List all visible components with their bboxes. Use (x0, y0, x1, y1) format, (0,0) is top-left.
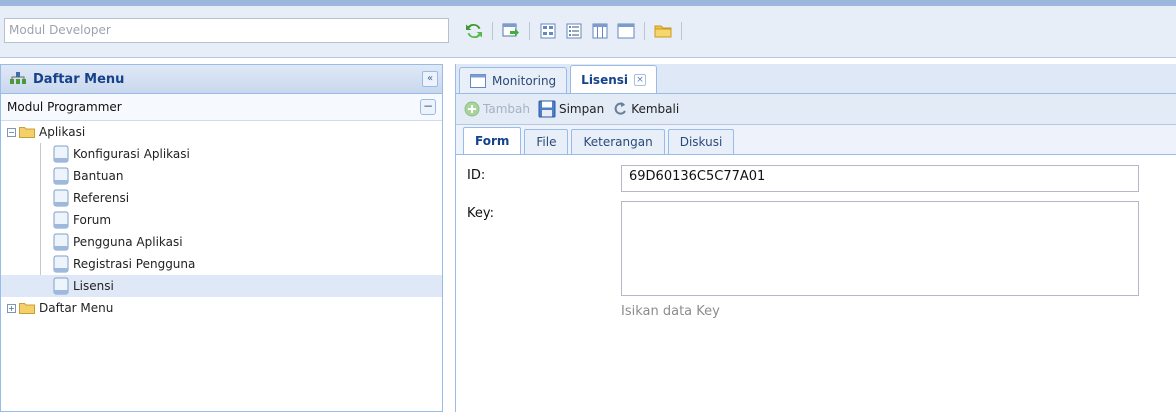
tab-lisensi[interactable]: Lisensi × (570, 65, 658, 93)
add-icon (464, 101, 480, 117)
tree-node-label: Daftar Menu (39, 301, 114, 315)
kembali-button[interactable]: Kembali (612, 101, 679, 117)
document-icon (53, 255, 69, 273)
tab-monitoring[interactable]: Monitoring (459, 67, 568, 93)
tab-label: Lisensi (581, 72, 629, 87)
tambah-label: Tambah (483, 102, 530, 116)
key-textarea[interactable] (621, 201, 1139, 296)
list-icon[interactable] (564, 21, 584, 41)
tree-item-label: Konfigurasi Aplikasi (73, 147, 190, 161)
module-select[interactable]: Modul Developer (4, 18, 449, 43)
menu-tree: − Aplikasi Konfigurasi Aplikasi Bantuan … (1, 121, 442, 319)
tree-item-referensi[interactable]: Referensi (1, 187, 442, 209)
toolbar-separator (492, 22, 493, 40)
tab-keterangan[interactable]: Keterangan (571, 129, 665, 154)
save-icon (538, 100, 556, 118)
tree-item-label: Bantuan (73, 169, 124, 183)
tambah-button[interactable]: Tambah (464, 101, 530, 117)
id-field[interactable]: 69D60136C5C77A01 (621, 165, 1139, 192)
folder-icon (19, 127, 35, 138)
close-icon[interactable]: × (634, 73, 647, 86)
tree-expander-icon[interactable]: − (7, 127, 16, 137)
menu-grid-icon (9, 71, 27, 88)
tab-label: Monitoring (492, 73, 557, 88)
key-label: Key: (467, 206, 495, 221)
tab-form[interactable]: Form (463, 127, 522, 154)
folder-icon (19, 303, 35, 314)
tree-item-lisensi[interactable]: Lisensi (1, 275, 442, 297)
sidebar-panel: Daftar Menu « Modul Programmer − − Aplik… (0, 64, 443, 412)
module-label: Modul Programmer (7, 100, 122, 114)
tree-item-label: Registrasi Pengguna (73, 257, 196, 271)
back-icon (614, 102, 627, 115)
tab-diskusi[interactable]: Diskusi (667, 129, 735, 154)
document-icon (53, 233, 69, 251)
simpan-label: Simpan (558, 102, 605, 116)
tree-item-label: Forum (73, 213, 112, 227)
header-bar: Modul Developer (0, 6, 1176, 58)
tile-icon[interactable] (538, 21, 558, 41)
form-tab-bar: Form File Keterangan Diskusi (456, 125, 1176, 155)
folder-icon[interactable] (653, 21, 673, 41)
document-icon (53, 277, 69, 295)
tree-item-forum[interactable]: Forum (1, 209, 442, 231)
tree-item-konfigurasi-aplikasi[interactable]: Konfigurasi Aplikasi (1, 143, 442, 165)
simpan-button[interactable]: Simpan (538, 100, 604, 118)
toolbar-separator (529, 22, 530, 40)
window-icon[interactable] (616, 21, 636, 41)
tree-item-pengguna-aplikasi[interactable]: Pengguna Aplikasi (1, 231, 442, 253)
columns-icon[interactable] (590, 21, 610, 41)
module-header[interactable]: Modul Programmer − (1, 94, 442, 121)
tree-node-daftar-menu[interactable]: + Daftar Menu (1, 297, 442, 319)
tree-node-aplikasi[interactable]: − Aplikasi (1, 121, 442, 143)
sidebar-title: Daftar Menu (33, 71, 125, 87)
tab-bar: Monitoring Lisensi × (456, 64, 1176, 94)
toolbar (464, 20, 684, 42)
collapse-module-button[interactable]: − (420, 99, 436, 115)
document-icon (53, 167, 69, 185)
document-icon (53, 211, 69, 229)
tree-item-label: Lisensi (73, 279, 114, 293)
tree-item-label: Pengguna Aplikasi (73, 235, 183, 249)
tree-expander-icon[interactable]: + (7, 303, 16, 313)
key-hint: Isikan data Key (621, 304, 720, 319)
tree-item-label: Referensi (73, 191, 130, 205)
kembali-label: Kembali (631, 102, 680, 116)
tab-file[interactable]: File (524, 129, 569, 154)
document-icon (53, 189, 69, 207)
toolbar-separator (681, 22, 682, 40)
main-panel: Monitoring Lisensi × Tambah Simpan Kemba… (455, 64, 1176, 412)
document-icon (53, 145, 69, 163)
tree-item-registrasi-pengguna[interactable]: Registrasi Pengguna (1, 253, 442, 275)
collapse-sidebar-button[interactable]: « (422, 71, 438, 87)
refresh-icon[interactable] (464, 21, 484, 41)
tree-item-bantuan[interactable]: Bantuan (1, 165, 442, 187)
export-icon[interactable] (501, 21, 521, 41)
toolbar-separator (644, 22, 645, 40)
id-label: ID: (467, 168, 486, 183)
window-icon (470, 73, 486, 88)
action-toolbar: Tambah Simpan Kembali (456, 94, 1176, 125)
tree-node-label: Aplikasi (39, 125, 86, 139)
sidebar-header: Daftar Menu « (1, 64, 442, 94)
